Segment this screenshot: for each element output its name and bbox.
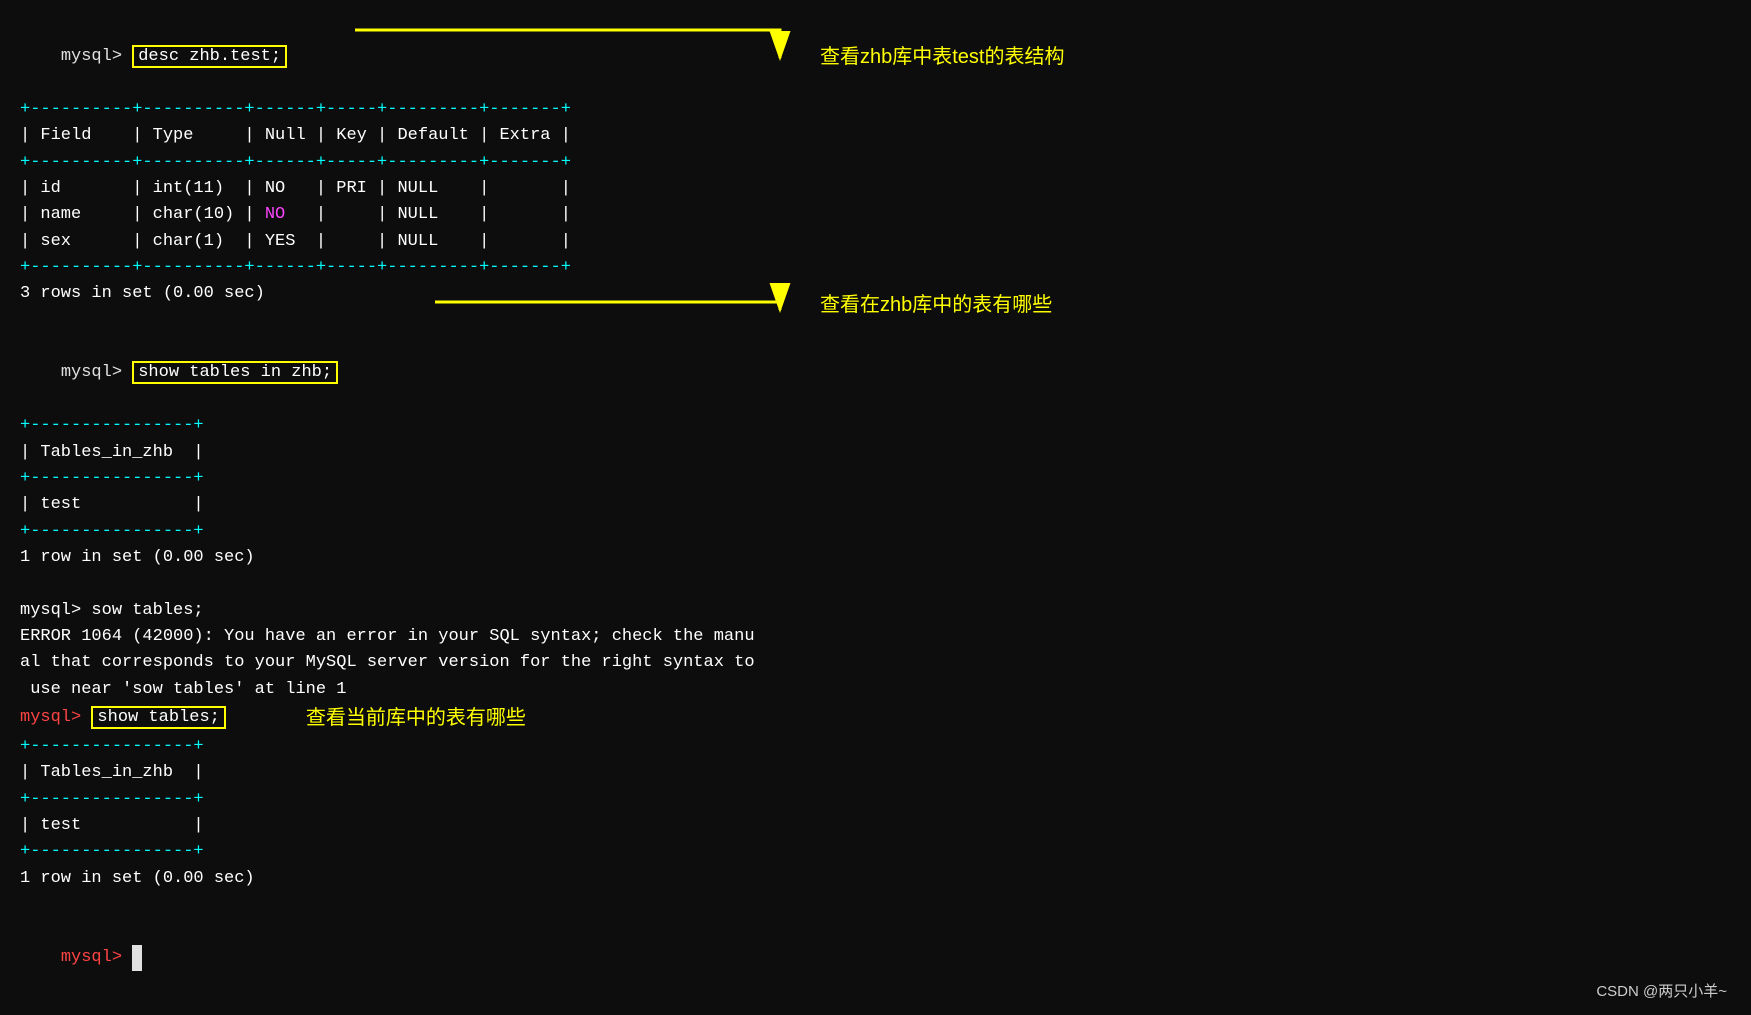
prompt-3-red: mysql> <box>20 708 91 727</box>
table1-top-border: +----------+----------+------+-----+----… <box>20 97 1731 123</box>
table2-row-test: | test | <box>20 492 1731 518</box>
table2-bottom-border: +----------------+ <box>20 519 1731 545</box>
table1-bottom-border: +----------+----------+------+-----+----… <box>20 255 1731 281</box>
table1-row-sex: | sex | char(1) | YES | | NULL | | <box>20 229 1731 255</box>
table3-row-test: | test | <box>20 813 1731 839</box>
prompt-1: mysql> <box>61 47 132 66</box>
prompt-final: mysql> <box>61 948 132 967</box>
blank-2 <box>20 571 1731 597</box>
rows-in-set-3: 1 row in set (0.00 sec) <box>20 866 1731 892</box>
rows-in-set-2: 1 row in set (0.00 sec) <box>20 545 1731 571</box>
annotation-text-1: 查看zhb库中表test的表结构 <box>820 40 1064 69</box>
table1-header: | Field | Type | Null | Key | Default | … <box>20 123 1731 149</box>
table1-row-id: | id | int(11) | NO | PRI | NULL | | <box>20 176 1731 202</box>
table2-top-border: +----------------+ <box>20 413 1731 439</box>
prompt-2: mysql> <box>61 363 132 382</box>
table2-header: | Tables_in_zhb | <box>20 440 1731 466</box>
table3-top-border: +----------------+ <box>20 734 1731 760</box>
cmd-show-tables2: show tables; <box>91 706 225 729</box>
blank-3 <box>20 892 1731 918</box>
cmd-show-tables-zhb: show tables in zhb; <box>132 361 338 384</box>
error-line-2: al that corresponds to your MySQL server… <box>20 650 1731 676</box>
terminal: mysql> desc zhb.test; +----------+------… <box>0 0 1751 1015</box>
line-show-tables2: mysql> show tables; 查看当前库中的表有哪些 <box>20 703 1731 734</box>
table3-header-sep: +----------------+ <box>20 787 1731 813</box>
annotation-text-2: 查看在zhb库中的表有哪些 <box>820 288 1052 317</box>
error-line-3: use near 'sow tables' at line 1 <box>20 677 1731 703</box>
cursor <box>132 945 142 971</box>
table1-header-sep: +----------+----------+------+-----+----… <box>20 150 1731 176</box>
table2-header-sep: +----------------+ <box>20 466 1731 492</box>
watermark: CSDN @两只小羊~ <box>1596 980 1727 1001</box>
error-line-1: ERROR 1064 (42000): You have an error in… <box>20 624 1731 650</box>
line-final-prompt: mysql> <box>20 918 1731 997</box>
line-show-tables-zhb: mysql> show tables in zhb; <box>20 334 1731 413</box>
table3-header: | Tables_in_zhb | <box>20 760 1731 786</box>
cmd-desc: desc zhb.test; <box>132 45 287 68</box>
table3-bottom-border: +----------------+ <box>20 839 1731 865</box>
line-sow-cmd: mysql> sow tables; <box>20 598 1731 624</box>
annotation-show-tables2: 查看当前库中的表有哪些 <box>306 703 526 734</box>
table1-row-name: | name | char(10) | NO | | NULL | | <box>20 202 1731 228</box>
